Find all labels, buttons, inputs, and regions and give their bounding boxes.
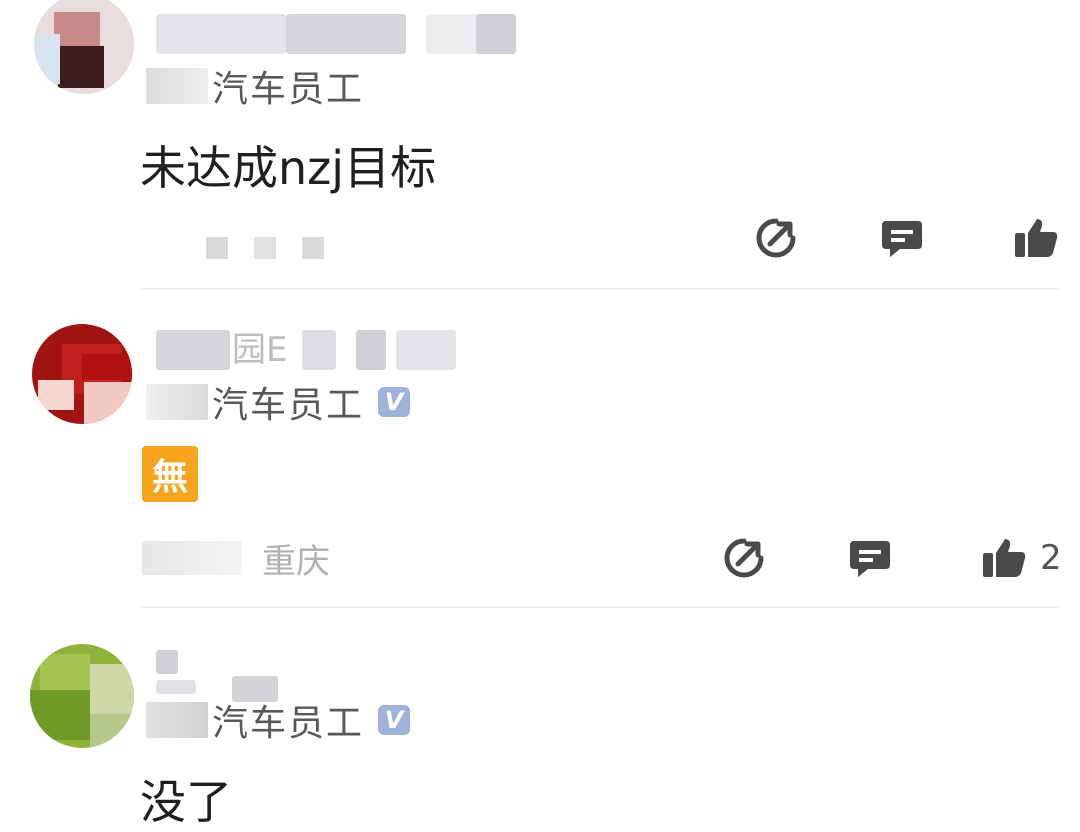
comment-icon[interactable] xyxy=(846,534,894,582)
comment-item: 园E 汽车员工 V 無 重庆 2 xyxy=(0,300,1080,610)
username-partial: 园E xyxy=(232,330,288,370)
affiliation-blur xyxy=(146,68,208,104)
affiliation-text: 汽车员工 xyxy=(212,703,365,744)
share-icon[interactable] xyxy=(752,214,800,262)
username[interactable]: 园E xyxy=(156,330,456,374)
verified-badge-icon: V xyxy=(378,705,411,735)
comment-text: 未达成nzj目标 xyxy=(140,141,437,195)
username[interactable] xyxy=(156,650,286,702)
location-text: 重庆 xyxy=(262,541,330,582)
affiliation-blur xyxy=(146,702,208,738)
affiliation-row: 汽车员工 V xyxy=(146,696,411,744)
affiliation-blur xyxy=(146,384,208,420)
avatar[interactable] xyxy=(34,0,134,94)
affiliation-row: 汽车员工 V xyxy=(146,378,411,426)
comment-item: 汽车员工 未达成nzj目标 xyxy=(0,0,1080,290)
affiliation-row: 汽车员工 xyxy=(146,62,364,110)
comment-icon[interactable] xyxy=(878,214,926,262)
username[interactable] xyxy=(156,14,516,58)
affiliation-text: 汽车员工 xyxy=(212,69,365,110)
comment-meta: 重庆 xyxy=(142,536,330,582)
verified-badge-icon: V xyxy=(378,387,411,417)
avatar[interactable] xyxy=(30,644,134,748)
like-count: 2 xyxy=(1040,538,1062,578)
divider xyxy=(140,288,1060,290)
divider xyxy=(140,606,1060,608)
avatar[interactable] xyxy=(32,324,132,424)
comment-item: 汽车员工 V 没了 xyxy=(0,620,1080,829)
affiliation-text: 汽车员工 xyxy=(212,385,365,426)
sticker-emoji: 無 xyxy=(142,446,198,502)
comment-text: 没了 xyxy=(140,775,232,829)
share-icon[interactable] xyxy=(720,534,768,582)
like-icon[interactable] xyxy=(1012,214,1060,262)
meta-blur xyxy=(142,541,242,575)
comment-meta xyxy=(206,226,350,270)
like-icon[interactable] xyxy=(980,534,1028,582)
